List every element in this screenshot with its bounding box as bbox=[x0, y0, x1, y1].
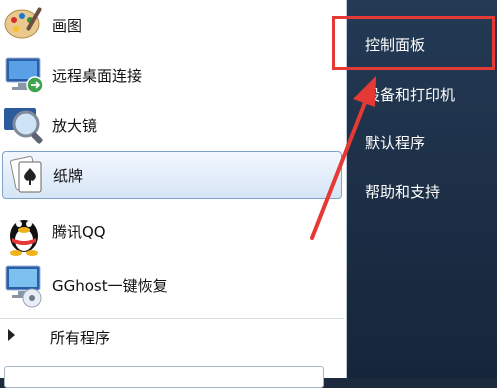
annotation-arrow bbox=[310, 76, 376, 240]
